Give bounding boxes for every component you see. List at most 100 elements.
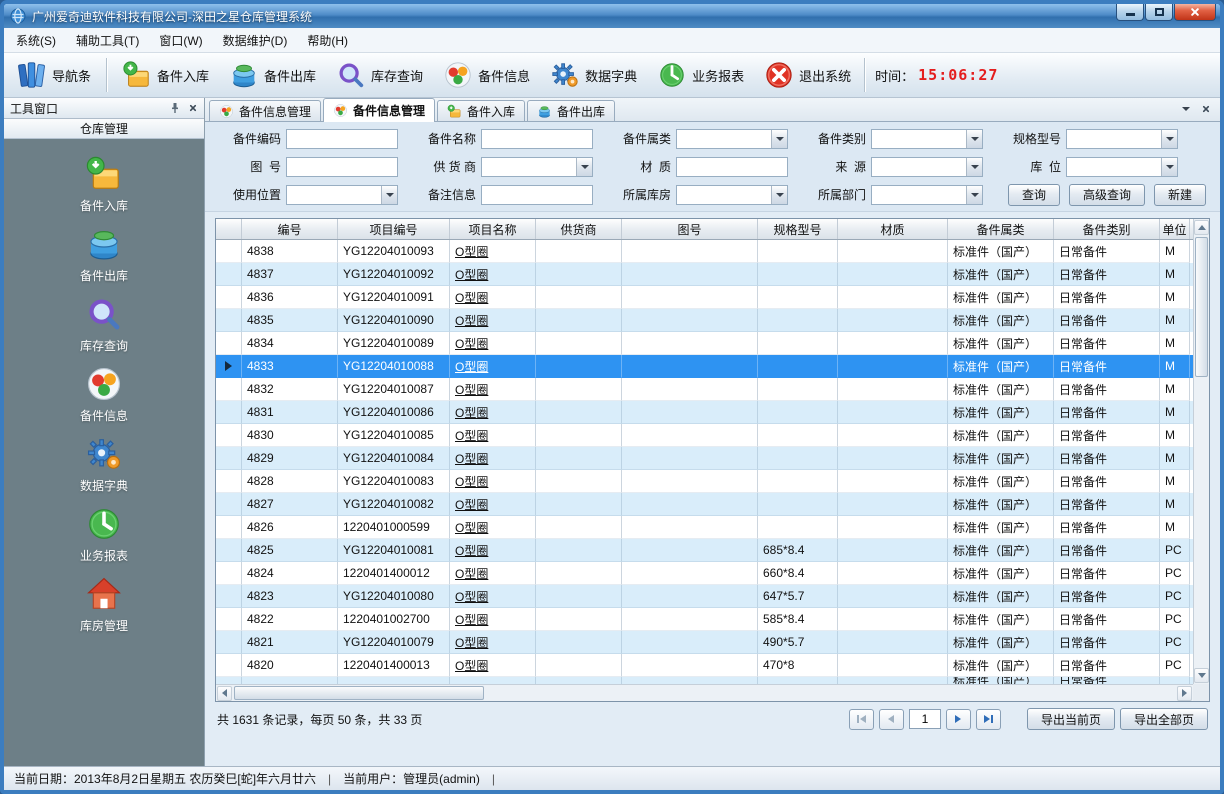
scroll-right-button[interactable] [1177, 686, 1192, 701]
table-row[interactable]: 4827YG12204010082O型圈标准件（国产）日常备件M [216, 493, 1193, 516]
chevron-down-icon[interactable] [771, 186, 787, 204]
table-row[interactable]: 4834YG12204010089O型圈标准件（国产）日常备件M [216, 332, 1193, 355]
export-all-pages-button[interactable]: 导出全部页 [1120, 708, 1208, 730]
toolbar-exit-button[interactable]: 退出系统 [755, 57, 860, 93]
table-row[interactable]: 48201220401400013O型圈470*8标准件（国产）日常备件PC [216, 654, 1193, 677]
menu-item-4[interactable]: 帮助(H) [297, 28, 358, 53]
search-select[interactable] [676, 185, 788, 205]
horizontal-scrollbar[interactable] [216, 684, 1193, 701]
chevron-down-icon[interactable] [1161, 130, 1177, 148]
search-input[interactable] [676, 157, 788, 177]
table-row[interactable]: 4829YG12204010084O型圈标准件（国产）日常备件M [216, 447, 1193, 470]
sidebar-item-inbound[interactable]: 备件入库 [80, 155, 128, 214]
tab-2[interactable]: 备件入库 [437, 100, 525, 121]
table-row[interactable]: 4823YG12204010080O型圈647*5.7标准件（国产）日常备件PC [216, 585, 1193, 608]
toolbar-navbar-button[interactable]: 导航条 [8, 57, 100, 93]
search-select[interactable] [871, 129, 983, 149]
sidebar-item-stock-query[interactable]: 库存查询 [80, 295, 128, 354]
table-row[interactable]: 48241220401400012O型圈660*8.4标准件（国产）日常备件PC [216, 562, 1193, 585]
new-button[interactable]: 新建 [1154, 184, 1206, 206]
table-row[interactable]: 标准件（国产）日常备件 [216, 677, 1193, 684]
column-header-9[interactable]: 单位 [1160, 219, 1190, 239]
chevron-down-icon[interactable] [966, 130, 982, 148]
column-header-2[interactable]: 项目名称 [450, 219, 536, 239]
scroll-left-button[interactable] [217, 686, 232, 701]
column-header-6[interactable]: 材质 [838, 219, 948, 239]
search-select[interactable] [871, 157, 983, 177]
table-row[interactable]: 4821YG12204010079O型圈490*5.7标准件（国产）日常备件PC [216, 631, 1193, 654]
table-row[interactable]: 4825YG12204010081O型圈685*8.4标准件（国产）日常备件PC [216, 539, 1193, 562]
menu-item-1[interactable]: 辅助工具(T) [66, 28, 149, 53]
search-select[interactable] [871, 185, 983, 205]
minimize-button[interactable] [1116, 4, 1144, 21]
sidebar-item-parts-info[interactable]: 备件信息 [80, 365, 128, 424]
last-page-button[interactable] [976, 709, 1001, 730]
maximize-button[interactable] [1145, 4, 1173, 21]
vertical-scrollbar[interactable] [1193, 219, 1209, 684]
column-header-8[interactable]: 备件类别 [1054, 219, 1160, 239]
search-select[interactable] [1066, 157, 1178, 177]
table-row[interactable]: 4838YG12204010093O型圈标准件（国产）日常备件M [216, 240, 1193, 263]
title-bar[interactable]: 广州爱奇迪软件科技有限公司-深田之星仓库管理系统 [4, 4, 1220, 28]
search-select[interactable] [286, 185, 398, 205]
scroll-up-button[interactable] [1194, 220, 1209, 235]
toolbar-stock-query-button[interactable]: 库存查询 [327, 57, 432, 93]
scroll-down-button[interactable] [1194, 668, 1209, 683]
table-row[interactable]: 4837YG12204010092O型圈标准件（国产）日常备件M [216, 263, 1193, 286]
chevron-down-icon[interactable] [1161, 158, 1177, 176]
export-current-page-button[interactable]: 导出当前页 [1027, 708, 1115, 730]
table-row[interactable]: 4832YG12204010087O型圈标准件（国产）日常备件M [216, 378, 1193, 401]
search-input[interactable] [481, 185, 593, 205]
column-header-0[interactable]: 编号 [242, 219, 338, 239]
pin-icon[interactable] [169, 102, 181, 114]
search-select[interactable] [1066, 129, 1178, 149]
sidebar-item-outbound[interactable]: 备件出库 [80, 225, 128, 284]
chevron-down-icon[interactable] [771, 130, 787, 148]
toolbar-data-dict-button[interactable]: 数据字典 [541, 57, 646, 93]
table-row[interactable]: 4831YG12204010086O型圈标准件（国产）日常备件M [216, 401, 1193, 424]
tab-0[interactable]: 备件信息管理 [209, 100, 321, 121]
column-header-3[interactable]: 供货商 [536, 219, 622, 239]
table-row[interactable]: 48221220401002700O型圈585*8.4标准件（国产）日常备件PC [216, 608, 1193, 631]
toolbar-outbound-button[interactable]: 备件出库 [220, 57, 325, 93]
menu-item-0[interactable]: 系统(S) [6, 28, 66, 53]
column-header-7[interactable]: 备件属类 [948, 219, 1054, 239]
tab-close-icon[interactable] [1202, 105, 1210, 113]
search-input[interactable] [286, 157, 398, 177]
table-row[interactable]: 4828YG12204010083O型圈标准件（国产）日常备件M [216, 470, 1193, 493]
table-row[interactable]: 4830YG12204010085O型圈标准件（国产）日常备件M [216, 424, 1193, 447]
column-header-4[interactable]: 图号 [622, 219, 758, 239]
menu-item-2[interactable]: 窗口(W) [149, 28, 212, 53]
toolbar-inbound-button[interactable]: 备件入库 [113, 57, 218, 93]
panel-close-icon[interactable] [189, 104, 197, 112]
table-row[interactable]: 4835YG12204010090O型圈标准件（国产）日常备件M [216, 309, 1193, 332]
next-page-button[interactable] [946, 709, 971, 730]
chevron-down-icon[interactable] [966, 186, 982, 204]
prev-page-button[interactable] [879, 709, 904, 730]
table-row[interactable]: 4836YG12204010091O型圈标准件（国产）日常备件M [216, 286, 1193, 309]
advanced-query-button[interactable]: 高级查询 [1069, 184, 1145, 206]
tab-3[interactable]: 备件出库 [527, 100, 615, 121]
column-header-1[interactable]: 项目编号 [338, 219, 450, 239]
table-row[interactable]: 4833YG12204010088O型圈标准件（国产）日常备件M [216, 355, 1193, 378]
search-input[interactable] [481, 129, 593, 149]
hscroll-thumb[interactable] [234, 686, 484, 700]
close-button[interactable] [1174, 4, 1216, 21]
first-page-button[interactable] [849, 709, 874, 730]
tab-1[interactable]: 备件信息管理 [323, 98, 435, 122]
tab-list-chevron-icon[interactable] [1182, 107, 1190, 111]
chevron-down-icon[interactable] [381, 186, 397, 204]
query-button[interactable]: 查询 [1008, 184, 1060, 206]
search-input[interactable] [286, 129, 398, 149]
chevron-down-icon[interactable] [576, 158, 592, 176]
chevron-down-icon[interactable] [966, 158, 982, 176]
sidebar-item-warehouse[interactable]: 库房管理 [80, 575, 128, 634]
search-select[interactable] [481, 157, 593, 177]
toolbar-parts-info-button[interactable]: 备件信息 [434, 57, 539, 93]
toolbar-report-button[interactable]: 业务报表 [648, 57, 753, 93]
sidebar-item-data-dict[interactable]: 数据字典 [80, 435, 128, 494]
page-input[interactable] [909, 709, 941, 729]
vscroll-thumb[interactable] [1195, 237, 1208, 377]
search-select[interactable] [676, 129, 788, 149]
menu-item-3[interactable]: 数据维护(D) [213, 28, 298, 53]
